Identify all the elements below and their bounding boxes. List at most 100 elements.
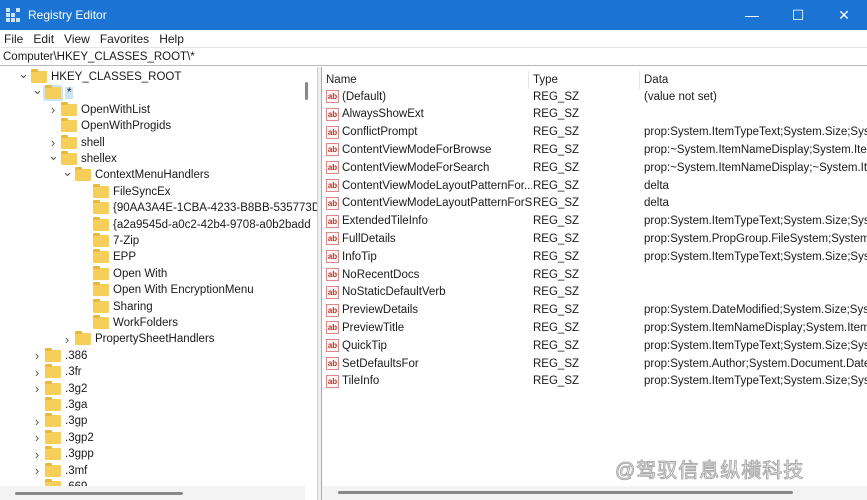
string-value-icon: ab [326, 196, 339, 210]
tree-node[interactable]: WorkFolders [80, 315, 178, 331]
tree-node[interactable]: › .3mf [32, 462, 87, 479]
window-title: Registry Editor [28, 8, 107, 22]
tree-node[interactable]: › .3g2 [32, 380, 88, 397]
tree-node[interactable]: Open With [80, 265, 167, 282]
tree-node[interactable]: › .3fr [32, 364, 82, 380]
tree-node[interactable]: Open With EncryptionMenu [80, 282, 254, 298]
tree-vertical-scrollbar[interactable] [305, 82, 308, 100]
tree-node[interactable]: › .3gpp [32, 446, 94, 462]
close-button[interactable]: ✕ [821, 0, 867, 30]
value-row[interactable]: ab PreviewTitle REG_SZ prop:System.ItemName… [322, 319, 867, 336]
value-row[interactable]: ab SetDefaultsFor REG_SZ prop:System.Author… [322, 355, 867, 372]
value-row[interactable]: ab InfoTip REG_SZ prop:System.ItemTypeText;… [322, 248, 867, 265]
tree-node[interactable]: OpenWithProgids [48, 118, 171, 134]
chevron-down-icon[interactable]: ⌄ [48, 148, 59, 164]
value-data: prop:~System.ItemNameDisplay;System.Item… [644, 143, 867, 156]
tree-node[interactable]: 7-Zip [80, 233, 139, 249]
values-horizontal-scrollbar-thumb[interactable] [338, 491, 793, 494]
value-data: prop:System.Author;System.Document.DateC… [644, 357, 867, 370]
minimize-button[interactable]: — [729, 0, 775, 30]
tree-node[interactable]: ⌄ shellex [48, 148, 117, 167]
folder-icon [93, 282, 109, 297]
tree-node[interactable]: {a2a9545d-a0c2-42b4-9708-a0b2badd [80, 216, 311, 233]
tree-node[interactable]: ⌄ * [32, 82, 74, 101]
string-value-icon: ab [326, 321, 339, 335]
value-row[interactable]: ab QuickTip REG_SZ prop:System.ItemTypeText… [322, 337, 867, 354]
value-row[interactable]: ab TileInfo REG_SZ prop:System.ItemTypeText… [322, 373, 867, 390]
chevron-right-icon[interactable]: › [32, 414, 42, 429]
value-name: ContentViewModeForBrowse [342, 143, 492, 156]
menu-edit[interactable]: Edit [29, 32, 60, 46]
value-row[interactable]: ab FullDetails REG_SZ prop:System.PropGroup… [322, 230, 867, 247]
column-header-name[interactable]: Name [322, 71, 529, 89]
tree-node[interactable]: FileSyncEx [80, 183, 171, 200]
value-type: REG_SZ [533, 375, 580, 388]
value-name: FullDetails [342, 232, 396, 245]
chevron-right-icon[interactable]: › [62, 332, 72, 347]
menu-bar: File Edit View Favorites Help [0, 30, 867, 47]
chevron-right-icon[interactable]: › [32, 430, 42, 445]
chevron-right-icon[interactable]: › [48, 102, 58, 117]
value-row[interactable]: ab NoRecentDocs REG_SZ [322, 266, 867, 283]
string-value-icon: ab [326, 357, 339, 370]
value-row[interactable]: ab ContentViewModeForBrowse REG_SZ prop:~Sy… [322, 141, 867, 158]
tree-node[interactable]: › OpenWithList [48, 101, 150, 118]
value-row[interactable]: ab ExtendedTileInfo REG_SZ prop:System.Item… [322, 213, 867, 230]
tree-node[interactable]: › .3gp2 [32, 429, 94, 446]
chevron-right-icon[interactable]: › [32, 381, 42, 396]
value-name: PreviewTitle [342, 321, 405, 334]
value-row[interactable]: ab PreviewDetails REG_SZ prop:System.DateMo… [322, 302, 867, 319]
tree-node-label: {a2a9545d-a0c2-42b4-9708-a0b2badd [113, 218, 311, 231]
folder-icon [93, 298, 109, 313]
menu-favorites[interactable]: Favorites [96, 32, 155, 46]
menu-view[interactable]: View [60, 32, 96, 46]
value-row[interactable]: ab ContentViewModeLayoutPatternForS... REG… [322, 195, 867, 212]
tree-node[interactable]: › .386 [32, 347, 88, 364]
chevron-down-icon[interactable]: ⌄ [18, 67, 29, 82]
value-row[interactable]: ab AlwaysShowExt REG_SZ [322, 106, 867, 123]
tree-node[interactable]: .3ga [32, 397, 87, 413]
value-name: ContentViewModeLayoutPatternFor... [342, 179, 532, 192]
value-row[interactable]: ab ContentViewModeLayoutPatternFor... REG_… [322, 177, 867, 194]
tree-node[interactable]: › .3gp [32, 413, 87, 429]
string-value-icon: ab [326, 125, 339, 139]
value-row[interactable]: ab ContentViewModeForSearch REG_SZ prop:~Sy… [322, 159, 867, 176]
maximize-button[interactable]: ☐ [775, 0, 821, 30]
column-header-type[interactable]: Type [529, 71, 640, 89]
tree-node-label: * [65, 87, 74, 100]
string-value-icon: ab [326, 250, 339, 264]
address-bar[interactable]: Computer\HKEY_CLASSES_ROOT\* [0, 47, 867, 66]
tree-node-label: Sharing [113, 300, 153, 313]
menu-help[interactable]: Help [155, 32, 190, 46]
folder-icon [45, 446, 61, 461]
value-row[interactable]: ab ConflictPrompt REG_SZ prop:System.ItemTy… [322, 124, 867, 141]
tree-node[interactable]: EPP [80, 249, 136, 265]
value-row[interactable]: ab NoStaticDefaultVerb REG_SZ [322, 284, 867, 301]
value-row[interactable]: ab (Default) REG_SZ (value not set) [322, 88, 867, 105]
tree-node[interactable]: ⌄ ContextMenuHandlers [62, 164, 209, 183]
value-data: prop:System.ItemTypeText;System.Size;Sys… [644, 250, 867, 263]
tree-node[interactable]: Sharing [80, 298, 153, 315]
chevron-right-icon[interactable]: › [32, 463, 42, 478]
tree-node[interactable]: {90AA3A4E-1CBA-4233-B8BB-535773D [80, 200, 317, 216]
tree-node-label: .3g2 [65, 382, 88, 395]
chevron-right-icon[interactable]: › [32, 365, 42, 380]
column-header-data[interactable]: Data [640, 71, 867, 89]
tree-node-label: .386 [65, 349, 88, 362]
menu-file[interactable]: File [0, 32, 29, 46]
folder-icon [45, 364, 61, 379]
value-type: REG_SZ [533, 197, 580, 210]
tree-node[interactable]: › PropertySheetHandlers [62, 331, 215, 347]
value-name: (Default) [342, 90, 387, 103]
values-list[interactable]: Name Type Data ab (Default) REG_SZ (value n… [322, 67, 867, 500]
value-name: ContentViewModeForSearch [342, 161, 490, 174]
tree-horizontal-scrollbar-thumb[interactable] [15, 492, 183, 495]
chevron-right-icon[interactable]: › [32, 348, 42, 363]
watermark: @驾驭信息纵横科技 [614, 460, 805, 483]
value-type: REG_SZ [533, 215, 580, 228]
chevron-right-icon[interactable]: › [32, 447, 42, 462]
tree-node-label: PropertySheetHandlers [95, 333, 215, 346]
key-tree[interactable]: ⌄ HKEY_CLASSES_ROOT ⌄ * › OpenWithList OpenWit… [0, 67, 317, 500]
chevron-down-icon[interactable]: ⌄ [32, 82, 43, 98]
chevron-down-icon[interactable]: ⌄ [62, 164, 73, 180]
